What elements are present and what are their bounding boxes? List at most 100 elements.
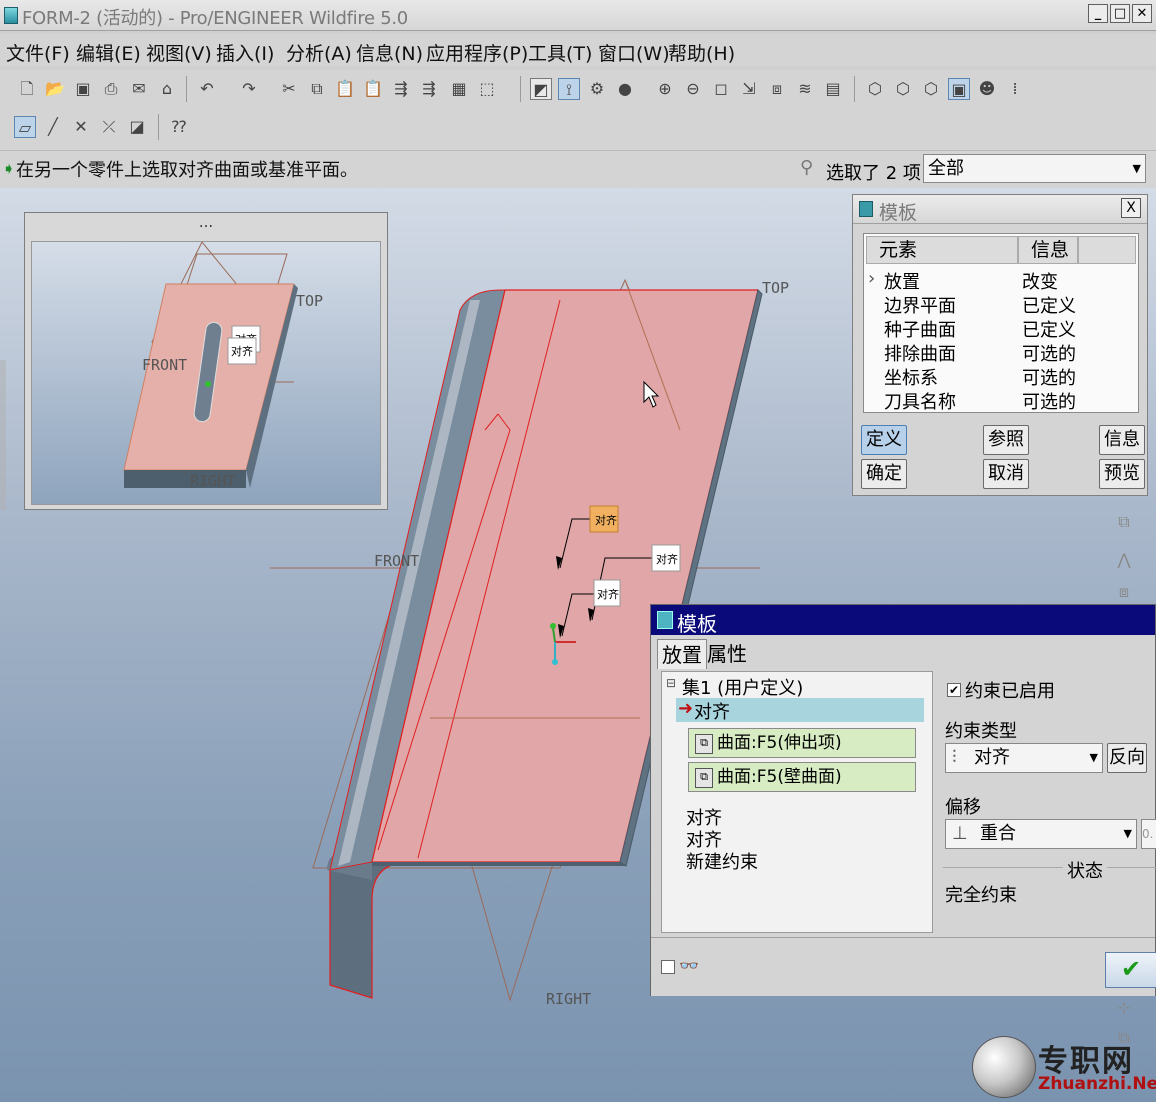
menu-applications[interactable]: 应用程序(P) (426, 39, 528, 66)
regenerate-icon[interactable]: ⇶ (390, 78, 412, 100)
wireframe-icon[interactable]: ⬡ (864, 78, 886, 100)
open-file-icon[interactable]: 📂 (44, 78, 66, 100)
datum-axis-display-icon[interactable]: ╱ (42, 116, 64, 138)
maximize-button[interactable]: □ (1110, 4, 1130, 23)
paste-icon[interactable]: 📋 (334, 78, 356, 100)
menu-window[interactable]: 窗口(W) (598, 39, 670, 66)
element-row[interactable]: 种子曲面 已定义 (864, 316, 1136, 341)
context-help-icon[interactable]: ⁇ (168, 116, 190, 138)
tab-placement[interactable]: 放置 (657, 639, 707, 669)
references-button[interactable]: 参照 (983, 425, 1029, 455)
constraint-tree[interactable]: ⊟ 集1 (用户定义) ➜ 对齐 ⧉ 曲面:F5(伸出项) ⧉ 曲面:F5(壁曲… (661, 671, 933, 933)
zoom-in-icon[interactable]: ⊕ (654, 78, 676, 100)
element-row[interactable]: 坐标系 可选的 (864, 364, 1136, 389)
column-header-element[interactable]: 元素 (866, 236, 1018, 264)
select-box-icon[interactable]: ⬚ (476, 78, 498, 100)
minimize-button[interactable]: _ (1088, 4, 1108, 23)
model-tree-icon[interactable]: ☻ (976, 78, 998, 100)
datum-display-icon[interactable]: ⁞ (1004, 78, 1026, 100)
confirm-check-button[interactable]: ✔ (1105, 952, 1156, 988)
spin-center-icon[interactable]: ⟟ (558, 78, 580, 100)
preview-button[interactable]: 预览 (1099, 459, 1145, 489)
element-list[interactable]: 元素 信息 › 放置 改变 边界平面 已定义 种子曲面 已定义 排除曲面 可选的… (863, 233, 1139, 413)
menu-help[interactable]: 帮助(H) (668, 39, 735, 66)
feature-icon: ⧉ (695, 768, 713, 788)
email-link-icon[interactable]: ⌂ (156, 78, 178, 100)
constraint-enabled-checkbox[interactable]: ✔ (947, 683, 961, 697)
main-toolbar: 🗋 📂 ▣ ⎙ ✉ ⌂ ↶ ↷ ✂ ⧉ 📋 📋 ⇶ ⇶ ▦ ⬚ ◩ ⟟ ⚙ ● … (0, 70, 1156, 110)
constraint-set[interactable]: 集1 (用户定义) (682, 674, 803, 700)
menu-view[interactable]: 视图(V) (146, 39, 212, 66)
view-manager-icon[interactable]: ▤ (822, 78, 844, 100)
refit-icon[interactable]: ◻ (710, 78, 732, 100)
offset-select[interactable]: ⊥ 重合 ▼ (945, 819, 1137, 849)
orient-mode-icon[interactable]: ⚙ (586, 78, 608, 100)
paste-special-icon[interactable]: 📋 (362, 78, 384, 100)
column-header-info[interactable]: 信息 (1018, 236, 1078, 264)
tab-properties[interactable]: 属性 (703, 639, 751, 669)
preview-checkbox[interactable] (661, 960, 675, 974)
title-bar: FORM-2 (活动的) - Pro/ENGINEER Wildfire 5.0… (0, 0, 1156, 31)
column-header-blank (1078, 236, 1136, 264)
menu-file[interactable]: 文件(F) (6, 39, 70, 66)
print-icon[interactable]: ⎙ (100, 78, 122, 100)
csys-display-icon[interactable]: ⤫ (98, 116, 120, 138)
element-row[interactable]: 边界平面 已定义 (864, 292, 1136, 317)
element-row[interactable]: › 放置 改变 (864, 268, 1136, 293)
cancel-button[interactable]: 取消 (983, 459, 1029, 489)
component-window[interactable]: ... 对齐 对齐 TOP FRONT RIGHT (24, 212, 388, 510)
undo-icon[interactable]: ↶ (196, 78, 218, 100)
cut-icon[interactable]: ✂ (278, 78, 300, 100)
constraint-type-select[interactable]: ⫶ 对齐 ▼ (945, 743, 1103, 773)
placement-dialog-title: 模板 (677, 612, 717, 636)
hidden-line-icon[interactable]: ⬡ (892, 78, 914, 100)
ok-button[interactable]: 确定 (861, 459, 907, 489)
layers-icon[interactable]: ≋ (794, 78, 816, 100)
reorient-icon[interactable]: ⇲ (738, 78, 760, 100)
side-tool-2-icon[interactable]: ⋀ (1112, 548, 1136, 572)
element-row[interactable]: 排除曲面 可选的 (864, 340, 1136, 365)
menu-tools[interactable]: 工具(T) (528, 39, 592, 66)
offset-value-field[interactable]: 0. (1141, 819, 1156, 849)
datum-point-display-icon[interactable]: ✕ (70, 116, 92, 138)
template-panel-title: 模板 (879, 202, 918, 224)
side-tool-1-icon[interactable]: ⧉ (1112, 510, 1136, 534)
pin-icon[interactable]: ⚲ (800, 157, 813, 178)
no-hidden-icon[interactable]: ⬡ (920, 78, 942, 100)
email-icon[interactable]: ✉ (128, 78, 150, 100)
save-icon[interactable]: ▣ (72, 78, 94, 100)
define-button[interactable]: 定义 (861, 425, 907, 455)
selected-constraint[interactable]: 对齐 (694, 698, 730, 724)
reference-1-collector[interactable]: ⧉ 曲面:F5(伸出项) (688, 728, 916, 758)
new-constraint[interactable]: 新建约束 (686, 848, 758, 874)
find-icon[interactable]: ▦ (448, 78, 470, 100)
info-button[interactable]: 信息 (1099, 425, 1145, 455)
regen-manager-icon[interactable]: ⇶ (418, 78, 440, 100)
menu-insert[interactable]: 插入(I) (216, 39, 274, 66)
flip-button[interactable]: 反向 (1107, 743, 1147, 773)
zoom-out-icon[interactable]: ⊖ (682, 78, 704, 100)
shading-icon[interactable]: ▣ (948, 78, 970, 100)
appearance-icon[interactable]: ● (614, 78, 636, 100)
template-panel-close-button[interactable]: X (1121, 198, 1141, 218)
saved-views-icon[interactable]: ⧈ (766, 78, 788, 100)
menu-edit[interactable]: 编辑(E) (76, 39, 141, 66)
menu-analysis[interactable]: 分析(A) (286, 39, 352, 66)
component-view[interactable]: 对齐 对齐 TOP FRONT RIGHT (31, 241, 381, 505)
element-row[interactable]: 刀具名称 可选的 (864, 388, 1136, 413)
template-panel-header: 模板 X (853, 195, 1147, 224)
menu-info[interactable]: 信息(N) (356, 39, 423, 66)
collapse-icon[interactable]: ⊟ (666, 676, 676, 690)
spin-center-display-icon[interactable]: ◪ (126, 116, 148, 138)
side-tool-3-icon[interactable]: ⧈ (1112, 580, 1136, 604)
redo-icon[interactable]: ↷ (238, 78, 260, 100)
datum-plane-display-icon[interactable]: ▱ (14, 116, 36, 138)
new-file-icon[interactable]: 🗋 (16, 78, 38, 100)
side-tool-4-icon[interactable]: ⊹ (1112, 996, 1136, 1020)
selection-filter[interactable]: 全部 ▼ (923, 154, 1146, 183)
repaint-icon[interactable]: ◩ (530, 78, 552, 100)
toolbar-separator (158, 114, 159, 140)
copy-icon[interactable]: ⧉ (306, 78, 328, 100)
close-button[interactable]: ✕ (1132, 4, 1152, 23)
reference-2-collector[interactable]: ⧉ 曲面:F5(壁曲面) (688, 762, 916, 792)
